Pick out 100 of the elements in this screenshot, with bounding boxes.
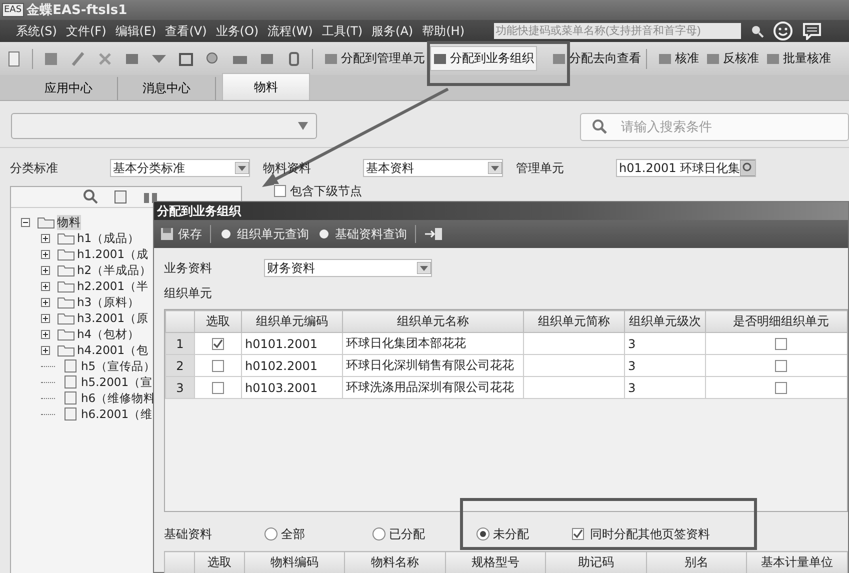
toolbar-button[interactable]: 分配到业务组织 <box>430 46 537 71</box>
select-field[interactable]: 基本分类标准 <box>110 159 250 177</box>
search-icon[interactable] <box>83 189 99 205</box>
radio-option[interactable]: 全部 <box>264 526 364 542</box>
detail-checkbox[interactable] <box>775 360 787 372</box>
folder-icon <box>57 231 75 245</box>
row-checkbox[interactable] <box>212 382 224 394</box>
menu-item[interactable]: 流程(W) <box>268 22 313 40</box>
tree-item[interactable]: h4.2001（包 <box>77 342 149 358</box>
field-label: 业务资料 <box>164 260 213 276</box>
filter-label: 管理单元 <box>516 160 565 176</box>
tree-item[interactable]: h2（半成品） <box>77 262 152 278</box>
folder-icon <box>57 279 75 293</box>
column-header: 组织单元名称 <box>342 310 524 332</box>
dialog-toolbar-button[interactable]: 保存 <box>160 226 202 242</box>
row-checkbox[interactable] <box>212 338 224 350</box>
tree-item[interactable]: h4（包材） <box>77 326 140 342</box>
toolbar-button[interactable]: 分配去向查看 <box>550 47 643 70</box>
folder-icon <box>57 343 75 357</box>
column-header: 选取 <box>194 552 244 573</box>
tree-item[interactable]: h6（维修物料 <box>81 390 156 406</box>
caret-icon <box>235 162 249 174</box>
chat-icon[interactable] <box>802 22 822 40</box>
tree-item[interactable]: h6.2001（维 <box>81 406 153 422</box>
quick-search-field[interactable]: 功能快捷码或菜单名称(支持拼音和首字母) <box>494 23 740 39</box>
table-cell: 环球日化集团本部花花 <box>342 332 524 354</box>
radio-option[interactable]: 未分配 <box>476 526 572 542</box>
search-icon[interactable] <box>750 24 764 38</box>
tab[interactable]: 消息中心 <box>118 77 216 100</box>
radio-icon <box>372 527 386 541</box>
tree-item[interactable]: h5（宣传品） <box>81 358 156 374</box>
app-logo: EAS <box>2 3 24 17</box>
toolbar-button[interactable]: 反核准 <box>704 47 761 70</box>
row-checkbox[interactable] <box>212 360 224 372</box>
caret-icon <box>298 122 308 130</box>
checkmark-icon <box>573 529 583 539</box>
include-children-checkbox[interactable]: 包含下级节点 <box>274 184 362 198</box>
tab[interactable]: 物料 <box>222 73 310 100</box>
tree-item[interactable]: h5.2001（宣 <box>81 374 153 390</box>
menu-item[interactable]: 编辑(E) <box>115 22 156 40</box>
table-cell: 3 <box>624 354 706 376</box>
column-header: 选取 <box>194 310 242 332</box>
search-field[interactable]: 请输入搜索条件 <box>580 113 849 141</box>
column-header: 助记码 <box>546 552 646 573</box>
tree-item[interactable]: h3.2001（原 <box>77 310 149 326</box>
folder-icon <box>57 295 75 309</box>
column-header: 基本计量单位 <box>746 552 848 573</box>
dot-icon <box>317 227 331 241</box>
square-icon <box>433 52 447 66</box>
column-header: 组织单元简称 <box>524 310 624 332</box>
also-assign-checkbox[interactable]: 同时分配其他页签资料 <box>572 526 710 542</box>
select-field[interactable]: 财务资料 <box>264 259 432 277</box>
menu-item[interactable]: 查看(V) <box>165 22 207 40</box>
table-cell: h0103.2001 <box>242 376 342 398</box>
menu-item[interactable]: 服务(A) <box>372 22 414 40</box>
table-cell: 环球洗涤用品深圳有限公司花花 <box>342 376 524 398</box>
radio-icon <box>264 527 278 541</box>
table-cell: 3 <box>624 376 706 398</box>
toolbar-button[interactable]: 分配到管理单元 <box>322 47 427 70</box>
square-icon <box>658 52 672 66</box>
row-number: 1 <box>166 332 194 354</box>
caret-icon <box>488 162 502 174</box>
toolbar-button[interactable]: 批量核准 <box>764 47 833 70</box>
folder-icon <box>57 247 75 261</box>
table-cell: 环球日化深圳销售有限公司花花 <box>342 354 524 376</box>
column-header: 物料名称 <box>344 552 446 573</box>
detail-checkbox[interactable] <box>775 338 787 350</box>
row-number: 3 <box>166 376 194 398</box>
dialog-toolbar-button[interactable]: 基础资料查询 <box>317 226 407 242</box>
smiley-icon[interactable] <box>772 21 792 41</box>
column-header: 组织单元编码 <box>242 310 342 332</box>
tab[interactable]: 应用中心 <box>20 77 118 100</box>
tree-item[interactable]: h1（成品） <box>77 230 140 246</box>
search-icon <box>592 119 608 135</box>
radio-option[interactable]: 已分配 <box>372 526 468 542</box>
pen-icon[interactable] <box>69 50 87 68</box>
column-header: 别名 <box>646 552 747 573</box>
tree-item[interactable]: 物料 <box>57 214 81 230</box>
window-title: 金蝶EAS-ftsls1 <box>26 2 128 19</box>
detail-checkbox[interactable] <box>775 382 787 394</box>
dropdown-field[interactable] <box>11 113 317 139</box>
menu-item[interactable]: 文件(F) <box>66 22 106 40</box>
column-header: 组织单元级次 <box>624 310 706 332</box>
tree-item[interactable]: h1.2001（成 <box>77 246 149 262</box>
save-icon <box>160 227 174 241</box>
menu-item[interactable]: 系统(S) <box>16 22 57 40</box>
menu-item[interactable]: 帮助(H) <box>422 22 464 40</box>
menu-item[interactable]: 业务(O) <box>216 22 259 40</box>
tree-item[interactable]: h3（原料） <box>77 294 140 310</box>
select-field[interactable]: 基本资料 <box>363 159 503 177</box>
lookup-field[interactable]: h01.2001 环球日化集 <box>616 159 756 177</box>
table-cell: 3 <box>624 332 706 354</box>
menu-item[interactable]: 工具(T) <box>322 22 363 40</box>
folder-icon <box>57 263 75 277</box>
dialog-toolbar-button[interactable]: 组织单元查询 <box>219 226 309 242</box>
dot-icon <box>219 227 233 241</box>
tree-item[interactable]: h2.2001（半 <box>77 278 149 294</box>
toolbar-button[interactable]: 核准 <box>656 47 701 70</box>
page-icon[interactable] <box>113 189 129 205</box>
exit-icon[interactable] <box>424 226 444 242</box>
